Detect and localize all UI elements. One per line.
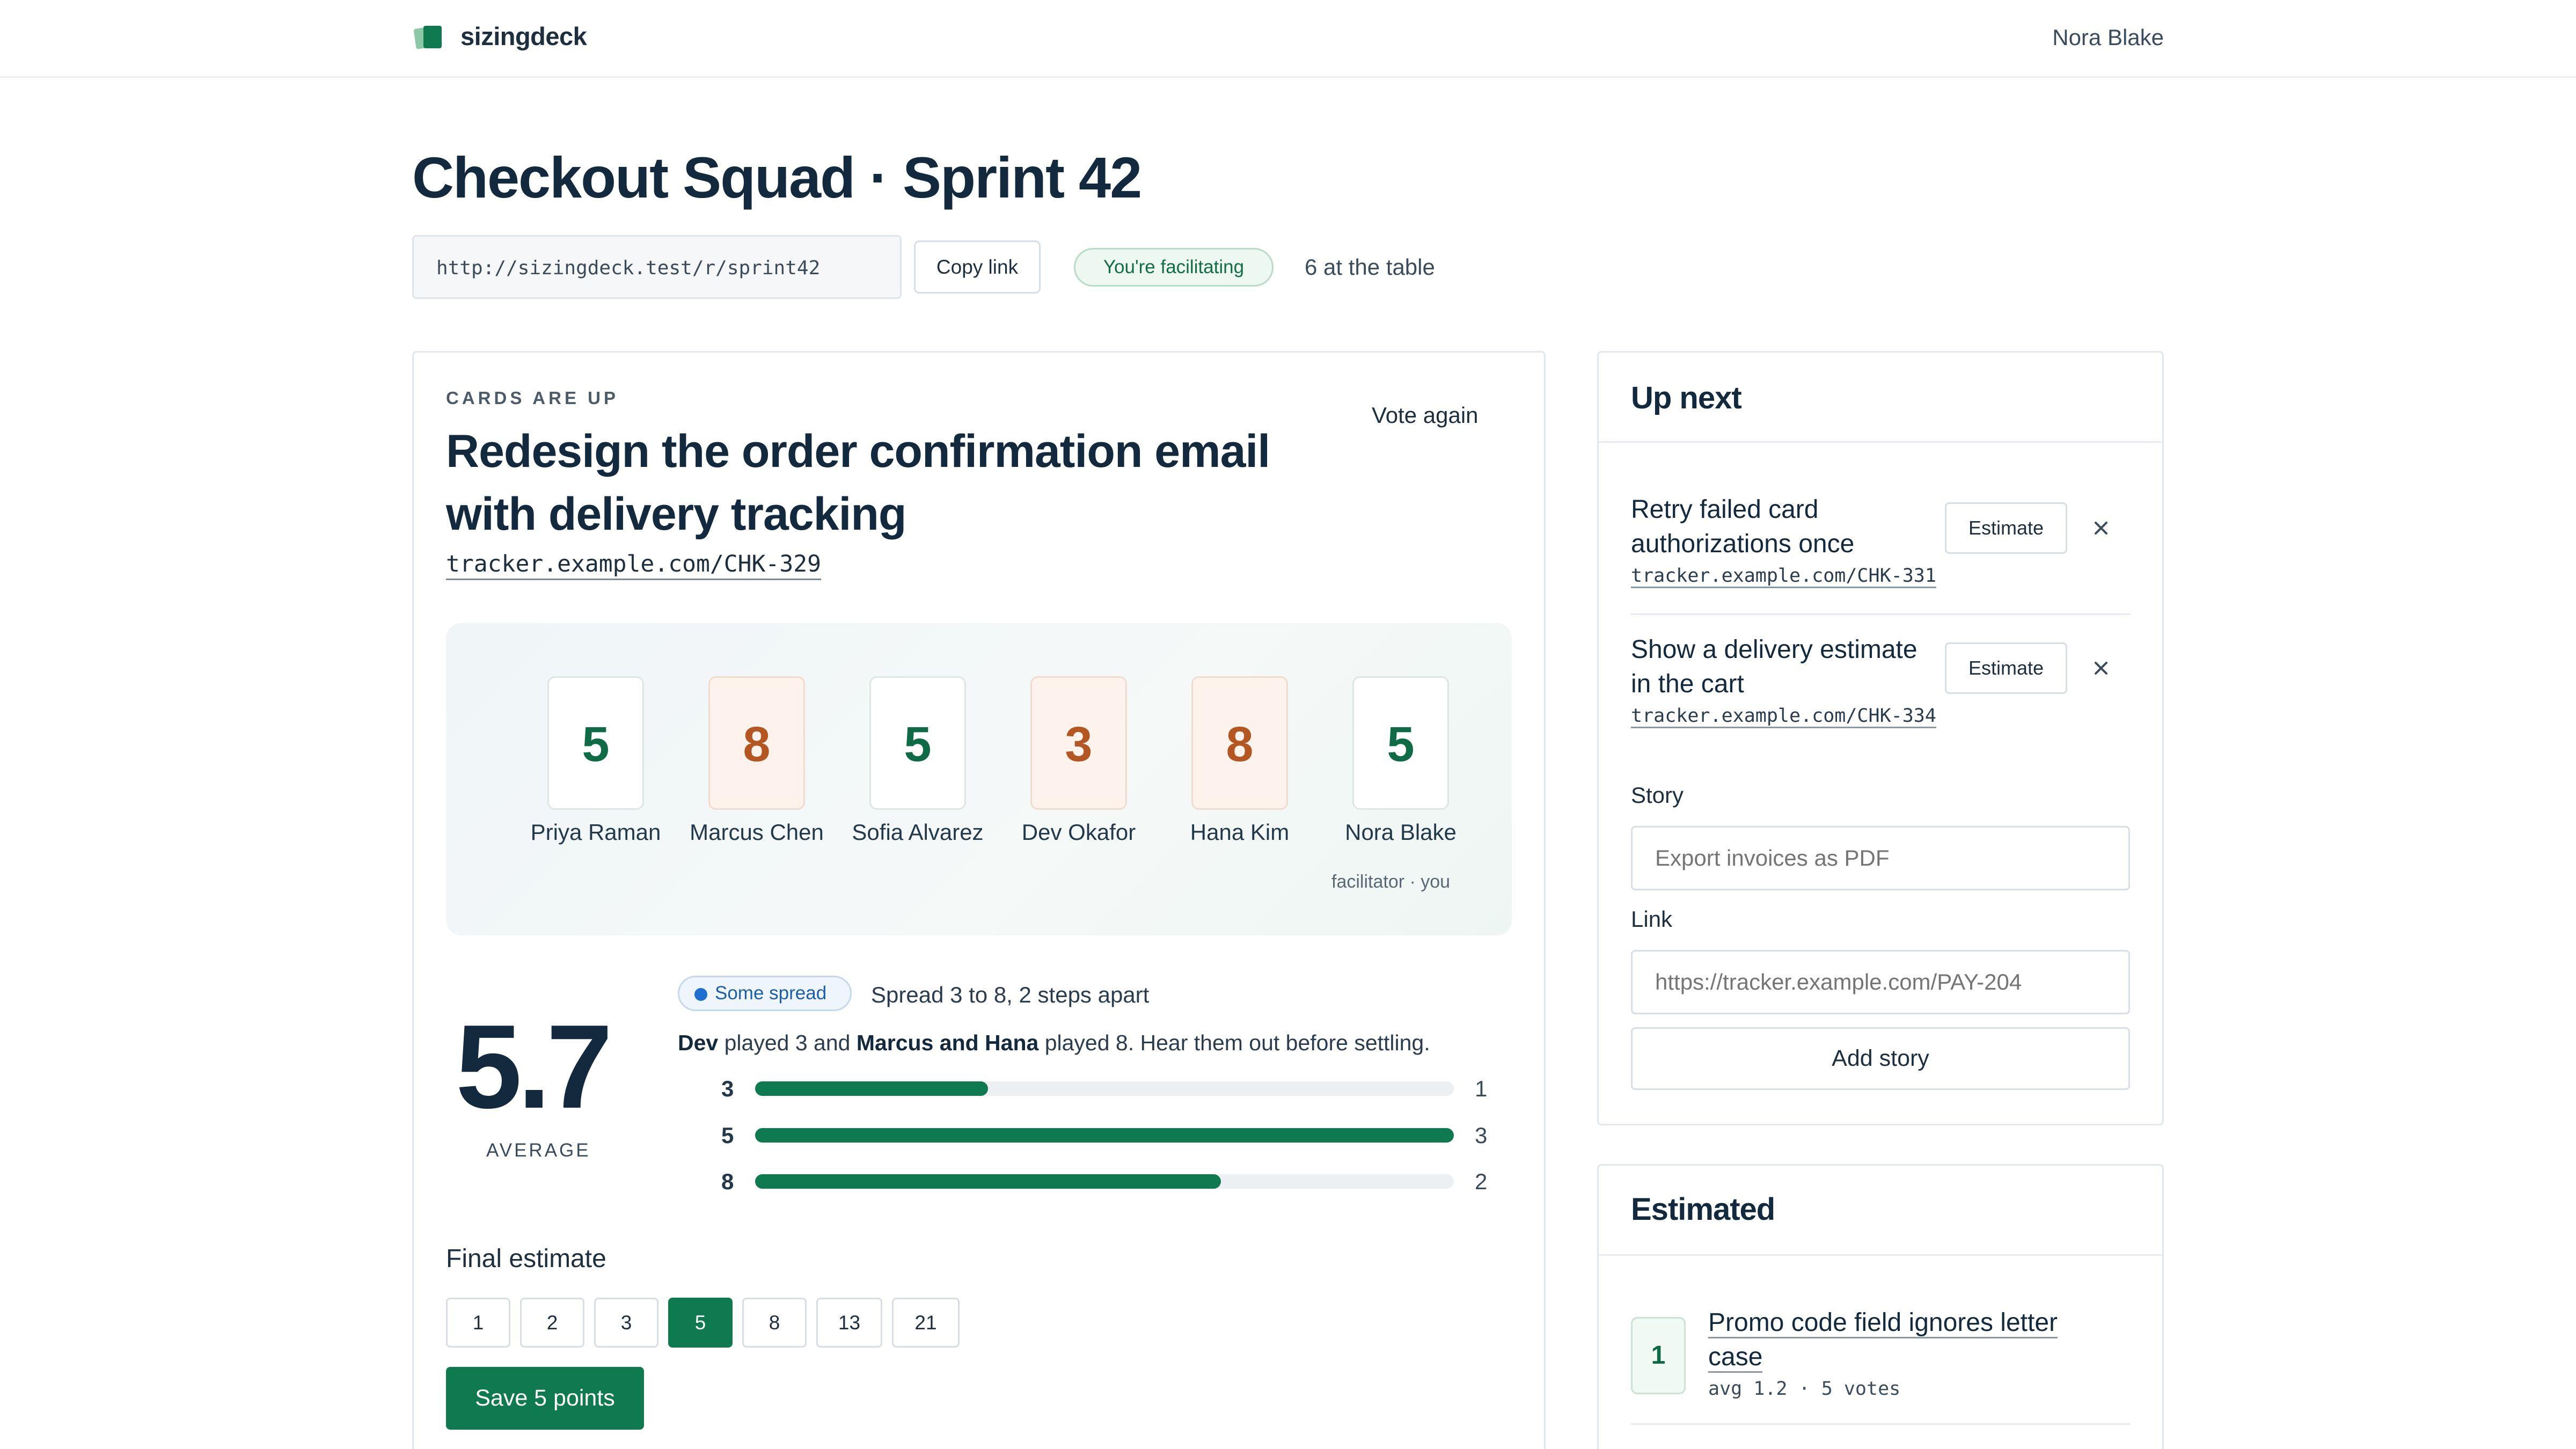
save-estimate-button[interactable]: Save 5 points <box>446 1367 644 1430</box>
estimate-option[interactable]: 8 <box>742 1298 807 1348</box>
top-bar <box>0 0 2576 78</box>
estimated-story-meta: avg 1.2 · 5 votes <box>1708 1378 1901 1400</box>
link-input[interactable] <box>1631 950 2130 1014</box>
story-link[interactable]: tracker.example.com/CHK-329 <box>446 551 821 580</box>
facilitator-note: facilitator · you <box>1331 872 1451 892</box>
high-voters: Marcus and Hana <box>856 1030 1039 1055</box>
story-field-label: Story <box>1631 782 1684 808</box>
voter-name: Priya Raman <box>530 819 661 845</box>
queue-story-title: Show a delivery estimate in the cart <box>1631 635 1918 698</box>
queue-story-link[interactable]: tracker.example.com/CHK-334 <box>1631 705 1936 728</box>
divider <box>1599 441 2162 443</box>
divider <box>1631 1423 2130 1425</box>
close-icon[interactable] <box>2088 515 2114 541</box>
estimate-story-button[interactable]: Estimate <box>1945 502 2067 554</box>
distribution-fill <box>755 1174 1221 1189</box>
estimate-option[interactable]: 1 <box>446 1298 510 1348</box>
queue-story-title: Retry failed card authorizations once <box>1631 495 1855 558</box>
close-icon[interactable] <box>2088 655 2114 681</box>
vote-card: 8 <box>1191 676 1288 810</box>
page-title: Checkout Squad · Sprint 42 <box>412 145 1142 210</box>
vote-again-button[interactable]: Vote again <box>1372 402 1479 428</box>
divider <box>1599 1254 2162 1256</box>
distribution-fill <box>755 1128 1454 1143</box>
participant-count: 6 at the table <box>1305 254 1435 280</box>
estimate-option[interactable]: 21 <box>892 1298 960 1348</box>
estimate-story-button[interactable]: Estimate <box>1945 642 2067 694</box>
link-field-label: Link <box>1631 906 1673 932</box>
voter-name: Nora Blake <box>1345 819 1457 845</box>
distribution-count: 1 <box>1475 1076 1488 1101</box>
room-link-field[interactable]: http://sizingdeck.test/r/sprint42 <box>412 235 902 299</box>
queue-story-link[interactable]: tracker.example.com/CHK-331 <box>1631 565 1936 588</box>
up-next-title: Up next <box>1631 380 1742 415</box>
vote-card: 3 <box>1030 676 1127 810</box>
distribution-bar <box>755 1174 1454 1189</box>
detail-text: played 8. Hear them out before settling. <box>1038 1030 1430 1055</box>
divider <box>1631 613 2130 615</box>
estimate-option[interactable]: 2 <box>520 1298 584 1348</box>
vote-card: 5 <box>1352 676 1449 810</box>
distribution-bar <box>755 1081 1454 1096</box>
distribution-count: 3 <box>1475 1123 1488 1148</box>
story-input[interactable] <box>1631 826 2130 890</box>
round-status: CARDS ARE UP <box>446 388 619 408</box>
vote-card: 8 <box>708 676 805 810</box>
estimate-option[interactable]: 13 <box>816 1298 882 1348</box>
voter-name: Dev Okafor <box>1021 819 1136 845</box>
distribution-value: 8 <box>721 1169 734 1194</box>
estimate-option[interactable]: 3 <box>594 1298 658 1348</box>
spread-detail: Dev played 3 and Marcus and Hana played … <box>678 1030 1430 1056</box>
distribution-value: 3 <box>721 1076 734 1101</box>
status-dot-icon <box>694 988 707 1001</box>
final-estimate-label: Final estimate <box>446 1245 606 1273</box>
vote-card: 5 <box>547 676 644 810</box>
estimate-option-selected[interactable]: 5 <box>668 1298 733 1348</box>
estimated-title: Estimated <box>1631 1192 1775 1227</box>
brand-name[interactable]: sizingdeck <box>460 21 587 51</box>
story-title: Redesign the order confirmation email wi… <box>446 426 1270 540</box>
estimated-story-link[interactable]: Promo code field ignores letter case <box>1708 1308 2058 1373</box>
detail-text: played 3 and <box>718 1030 857 1055</box>
voter-name: Hana Kim <box>1190 819 1290 845</box>
copy-link-button[interactable]: Copy link <box>914 240 1041 294</box>
distribution-value: 5 <box>721 1123 734 1148</box>
voter-name: Sofia Alvarez <box>852 819 984 845</box>
distribution-bar <box>755 1128 1454 1143</box>
add-story-button[interactable]: Add story <box>1631 1027 2130 1090</box>
voter-name: Marcus Chen <box>690 819 824 845</box>
spread-summary: Spread 3 to 8, 2 steps apart <box>871 982 1150 1007</box>
vote-card: 5 <box>869 676 966 810</box>
distribution-fill <box>755 1081 988 1096</box>
estimated-story-title[interactable]: Promo code field ignores letter case <box>1708 1306 2095 1374</box>
distribution-count: 2 <box>1475 1169 1488 1194</box>
estimated-points-badge: 1 <box>1631 1317 1686 1394</box>
low-voter: Dev <box>678 1030 719 1055</box>
average-value: 5.7 <box>456 1000 613 1133</box>
user-menu[interactable]: Nora Blake <box>2052 25 2164 50</box>
logo-icon <box>414 26 442 49</box>
facilitating-badge: You're facilitating <box>1074 248 1274 287</box>
average-label: AVERAGE <box>486 1140 591 1161</box>
